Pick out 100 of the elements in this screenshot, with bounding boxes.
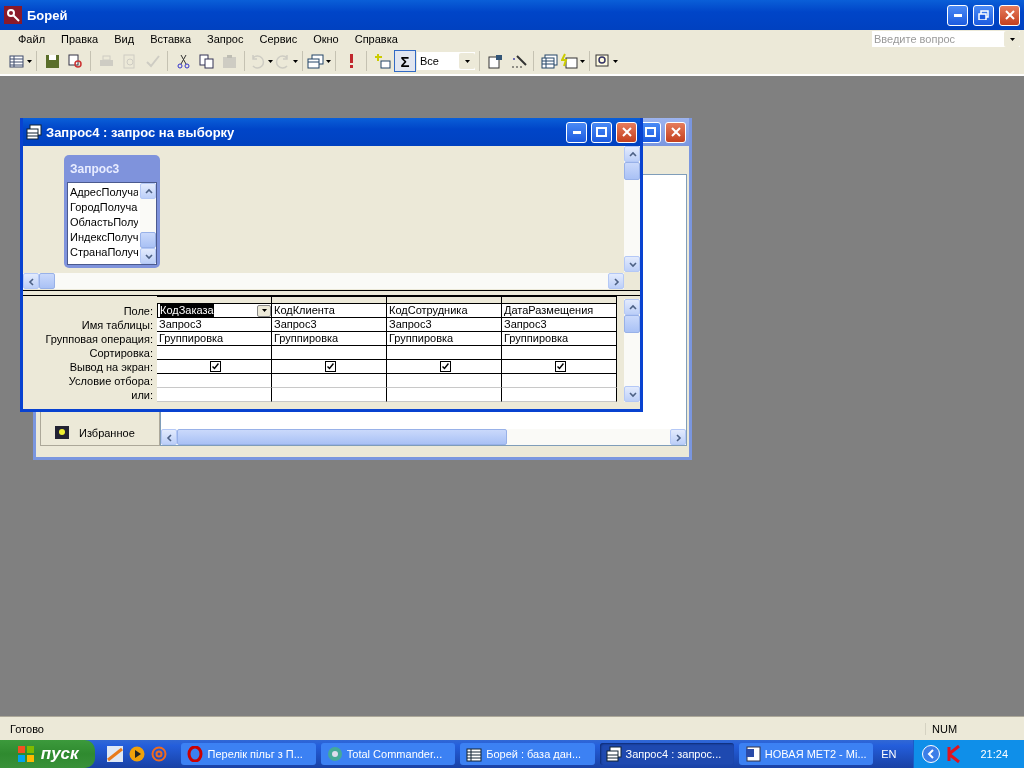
grid-cell[interactable] (387, 388, 502, 402)
taskbar-button[interactable]: Борей : база дан... (460, 743, 595, 765)
grid-cell[interactable] (157, 388, 272, 402)
horizontal-scrollbar[interactable] (23, 273, 624, 289)
close-button[interactable] (999, 4, 1020, 26)
grid-cell[interactable] (272, 388, 387, 402)
scroll-thumb[interactable] (140, 232, 156, 248)
grid-cell[interactable]: КодКлиента (272, 304, 387, 318)
query-icon (605, 746, 622, 762)
play-icon[interactable] (129, 746, 146, 762)
grid-cell[interactable]: Группировка (157, 332, 272, 346)
vertical-scrollbar[interactable] (624, 146, 640, 272)
scroll-button[interactable] (23, 273, 39, 289)
scroll-button[interactable] (624, 146, 640, 162)
menu-item[interactable]: Сервис (251, 33, 306, 45)
scroll-button[interactable] (608, 273, 624, 289)
scroll-button[interactable] (624, 299, 640, 315)
clock: 21:24 (980, 748, 1008, 760)
scroll-button[interactable] (161, 429, 177, 445)
checkbox[interactable] (439, 361, 451, 372)
grid-cell[interactable] (502, 388, 617, 402)
grid-cell[interactable] (502, 346, 617, 360)
menu-item[interactable]: Справка (346, 33, 406, 45)
totals-button[interactable]: Σ (394, 50, 416, 72)
menu-item[interactable]: Окно (305, 33, 347, 45)
minimize-button[interactable] (947, 4, 968, 26)
scroll-thumb[interactable] (177, 429, 507, 445)
scroll-button[interactable] (624, 386, 640, 402)
start-button[interactable]: пуск (0, 740, 96, 768)
grid-cell[interactable]: ДатаРазмещения (502, 304, 617, 318)
scroll-thumb[interactable] (624, 315, 640, 333)
vertical-scrollbar[interactable] (624, 299, 640, 402)
language-indicator[interactable]: EN (878, 745, 900, 763)
menu-item[interactable]: Запрос (199, 33, 252, 45)
scroll-button[interactable] (140, 183, 156, 199)
ring-icon (187, 746, 204, 762)
chevron-icon[interactable] (922, 745, 941, 763)
criteria-dropdown[interactable]: Все (417, 52, 475, 70)
grid-cell[interactable] (502, 360, 617, 374)
scroll-button[interactable] (140, 248, 156, 264)
grid-cell[interactable] (502, 374, 617, 388)
taskbar-button[interactable]: Total Commander... (320, 743, 456, 765)
maximize-button[interactable] (591, 121, 612, 143)
column-selector[interactable] (387, 296, 502, 304)
taskbar-button[interactable]: НОВАЯ МЕТ2 - Mi... (738, 743, 874, 765)
question-field[interactable]: Введите вопрос (872, 31, 1020, 47)
column-selector[interactable] (157, 296, 272, 304)
grid-cell[interactable]: Группировка (502, 332, 617, 346)
scroll-thumb[interactable] (624, 162, 640, 180)
column-selector[interactable] (502, 296, 617, 304)
grid-cell[interactable] (157, 360, 272, 374)
checkbox[interactable] (209, 361, 221, 372)
grid-cell[interactable]: Запрос3 (387, 318, 502, 332)
menu-item[interactable]: Правка (53, 33, 107, 45)
field-item[interactable]: ИндексПолуч (70, 230, 138, 245)
row-label: Условие отбора: (67, 374, 154, 388)
restore-button[interactable] (973, 4, 994, 26)
at-sign-icon[interactable] (151, 746, 168, 762)
checkbox[interactable] (554, 361, 566, 372)
grid-cell[interactable] (387, 346, 502, 360)
minimize-button[interactable] (566, 121, 587, 143)
lightning-table-icon (561, 52, 578, 70)
grid-cell[interactable]: Группировка (387, 332, 502, 346)
menu-item[interactable]: Вид (106, 33, 143, 45)
close-button[interactable] (616, 121, 637, 143)
windows-icon (307, 52, 324, 70)
menu-item[interactable]: Вставка (142, 33, 199, 45)
grid-cell[interactable]: Группировка (272, 332, 387, 346)
grid-cell[interactable] (157, 374, 272, 388)
checkbox[interactable] (324, 361, 336, 372)
caret-icon (1009, 37, 1015, 41)
taskbar-button[interactable]: Перелік пільг з П... (181, 743, 316, 765)
grid-cell[interactable] (272, 360, 387, 374)
redo-icon (274, 52, 291, 70)
grid-cell[interactable]: КодСотрудника (387, 304, 502, 318)
grid-cell[interactable] (272, 346, 387, 360)
close-button[interactable] (665, 121, 686, 143)
grid-cell[interactable]: КодЗаказа (157, 304, 272, 318)
grid-cell[interactable]: Запрос3 (502, 318, 617, 332)
row-label: Групповая операция: (44, 332, 154, 346)
field-item[interactable]: ГородПолуча (70, 200, 138, 215)
checkmark-icon (441, 363, 449, 370)
grid-cell[interactable] (387, 374, 502, 388)
grid-cell[interactable] (157, 346, 272, 360)
grid-cell[interactable] (272, 374, 387, 388)
grid-cell[interactable]: Запрос3 (157, 318, 272, 332)
scroll-button[interactable] (670, 429, 686, 445)
grid-cell[interactable] (387, 360, 502, 374)
nav-item[interactable]: Избранное (79, 426, 135, 439)
chart-icon[interactable] (107, 746, 124, 762)
scroll-button[interactable] (624, 256, 640, 272)
grid-cell[interactable]: Запрос3 (272, 318, 387, 332)
field-item[interactable]: ОбластьПолу (70, 215, 138, 230)
field-item[interactable]: СтранаПолуч (70, 245, 138, 260)
scroll-thumb[interactable] (39, 273, 55, 289)
horizontal-scrollbar[interactable] (161, 429, 686, 445)
column-selector[interactable] (272, 296, 387, 304)
menu-item[interactable]: Файл (10, 33, 54, 45)
row-label: Вывод на экран: (68, 360, 154, 374)
taskbar-button[interactable]: Запрос4 : запрос... (599, 743, 734, 765)
